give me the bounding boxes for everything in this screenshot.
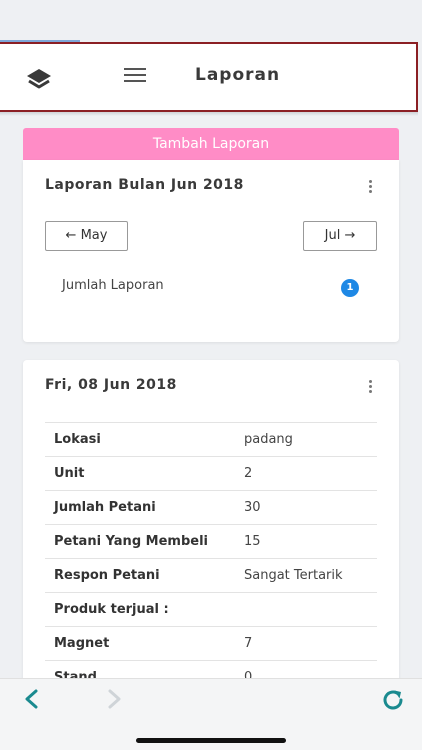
row-value: 2	[244, 456, 377, 491]
row-key: Produk terjual :	[45, 592, 244, 627]
home-indicator	[136, 738, 286, 743]
row-value: 30	[244, 490, 377, 525]
next-month-button[interactable]: Jul →	[303, 221, 377, 251]
forward-arrow-icon	[104, 687, 124, 711]
add-report-button[interactable]: Tambah Laporan	[23, 128, 399, 160]
table-row: Magnet 7	[45, 626, 377, 661]
table-row: Lokasi padang	[45, 422, 377, 457]
table-row: Jumlah Petani 30	[45, 490, 377, 525]
row-value	[244, 592, 377, 627]
monthly-summary-card: Laporan Bulan Jun 2018 ← May Jul → Jumla…	[23, 160, 399, 342]
hamburger-menu-icon[interactable]	[124, 68, 146, 84]
reload-icon[interactable]	[380, 687, 406, 713]
row-key: Magnet	[45, 626, 244, 661]
status-area	[0, 0, 422, 42]
report-date-title: Fri, 08 Jun 2018	[45, 377, 177, 393]
layers-icon[interactable]	[24, 66, 54, 94]
report-detail-table: Lokasi padang Unit 2 Jumlah Petani 30 Petan…	[45, 422, 377, 690]
header-shadow	[0, 112, 418, 116]
browser-toolbar	[0, 678, 422, 750]
report-count-badge: 1	[341, 279, 359, 297]
row-value: Sangat Tertarik	[244, 558, 377, 593]
more-options-icon[interactable]	[369, 180, 373, 194]
report-detail-card: Fri, 08 Jun 2018 Lokasi padang Unit 2 Juml…	[23, 360, 399, 690]
table-row: Unit 2	[45, 456, 377, 491]
row-key: Jumlah Petani	[45, 490, 244, 525]
more-options-icon[interactable]	[369, 380, 373, 394]
report-count-label: Jumlah Laporan	[62, 278, 164, 293]
table-row: Respon Petani Sangat Tertarik	[45, 558, 377, 593]
table-row: Produk terjual :	[45, 592, 377, 627]
prev-month-button[interactable]: ← May	[45, 221, 128, 251]
table-row: Petani Yang Membeli 15	[45, 524, 377, 559]
row-key: Respon Petani	[45, 558, 244, 593]
row-key: Lokasi	[45, 422, 244, 457]
row-value: 15	[244, 524, 377, 559]
page-title: Laporan	[195, 65, 281, 85]
summary-title: Laporan Bulan Jun 2018	[45, 177, 244, 193]
row-key: Unit	[45, 456, 244, 491]
row-value: 7	[244, 626, 377, 661]
back-arrow-icon[interactable]	[22, 687, 42, 711]
row-value: padang	[244, 422, 377, 457]
row-key: Petani Yang Membeli	[45, 524, 244, 559]
app-header: Laporan	[0, 42, 418, 112]
